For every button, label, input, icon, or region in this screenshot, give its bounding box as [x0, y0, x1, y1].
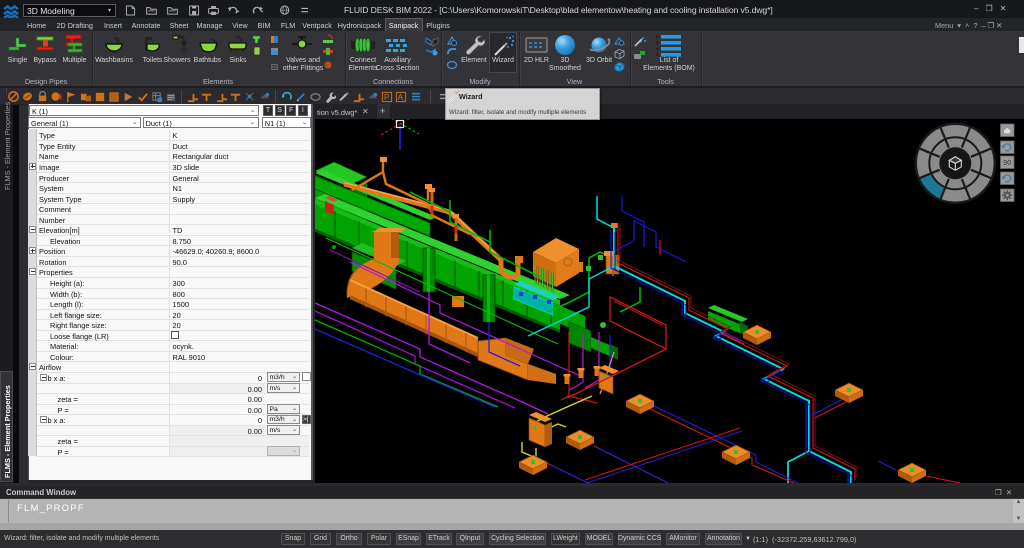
svg-text:P: P — [384, 92, 390, 102]
svg-text:A: A — [398, 92, 404, 102]
svg-text:90: 90 — [1003, 160, 1011, 167]
